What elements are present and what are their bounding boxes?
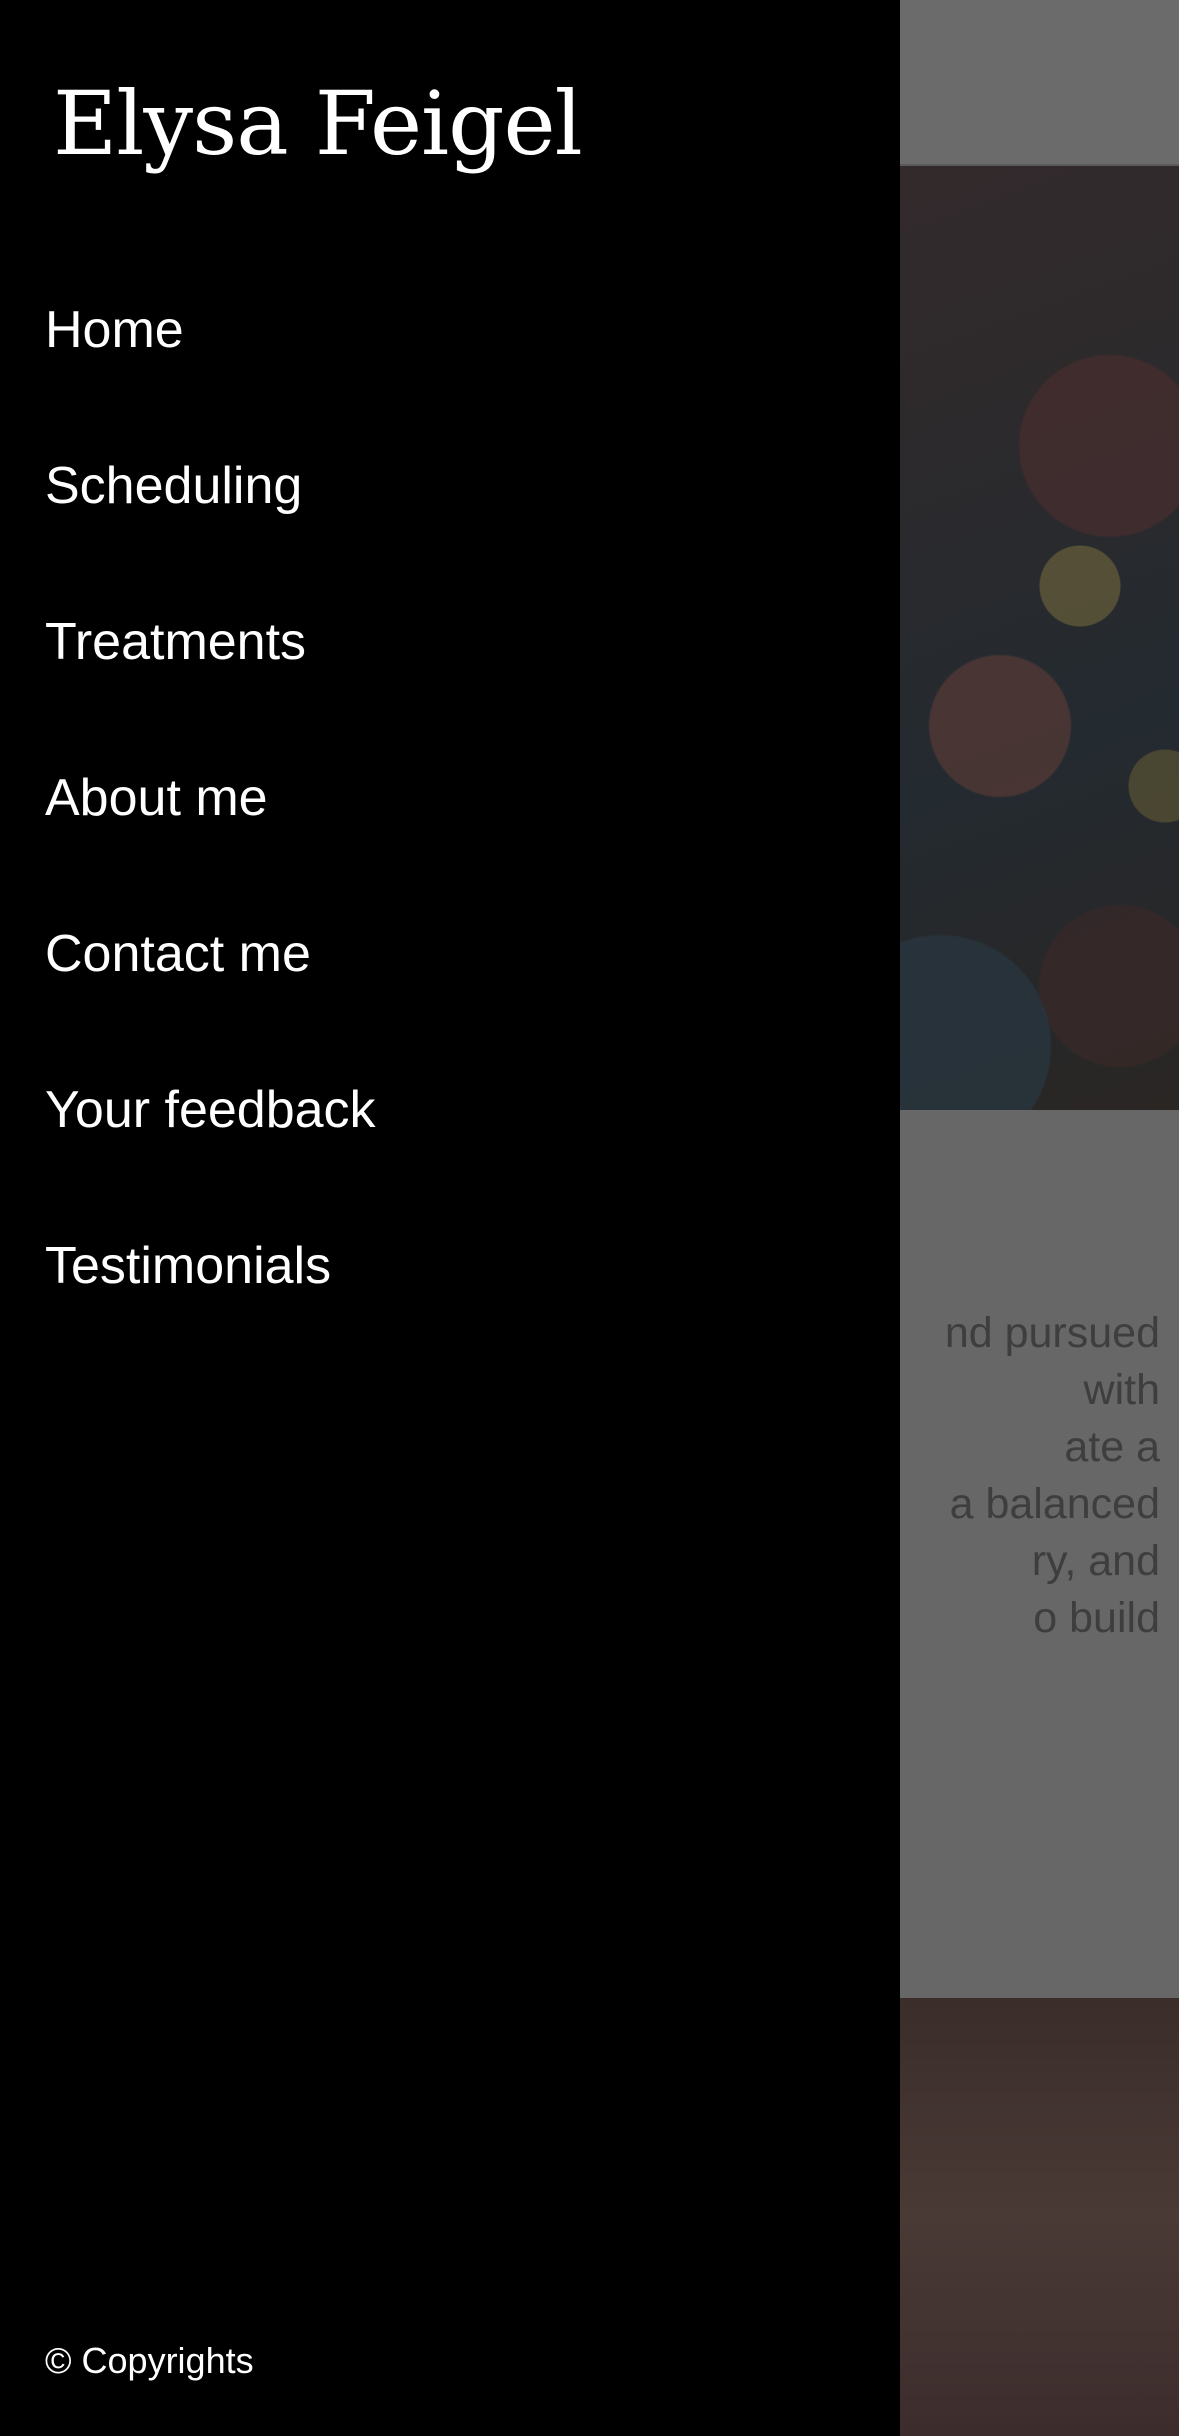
page: ent ick nd pursued with ate a a balanced… (0, 0, 1179, 2436)
site-title[interactable]: Elysa Feigel (53, 72, 583, 175)
nav-menu: Home Scheduling Treatments About me Cont… (45, 290, 376, 1382)
nav-item-contact-me[interactable]: Contact me (45, 914, 376, 1070)
nav-item-your-feedback[interactable]: Your feedback (45, 1070, 376, 1226)
nav-item-testimonials[interactable]: Testimonials (45, 1226, 376, 1382)
navigation-drawer: Elysa Feigel Home Scheduling Treatments … (0, 0, 900, 2436)
nav-item-home[interactable]: Home (45, 290, 376, 446)
copyright-text: © Copyrights (45, 2340, 254, 2381)
nav-item-treatments[interactable]: Treatments (45, 602, 376, 758)
nav-item-about-me[interactable]: About me (45, 758, 376, 914)
nav-item-scheduling[interactable]: Scheduling (45, 446, 376, 602)
